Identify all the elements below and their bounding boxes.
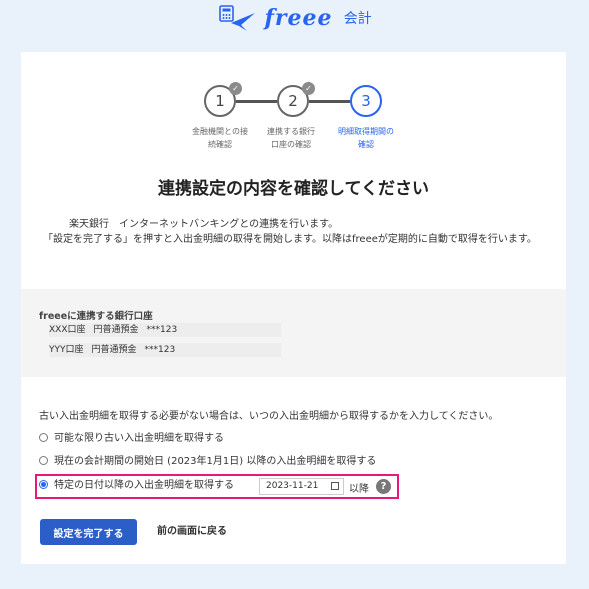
account-name: YYY口座: [49, 345, 84, 355]
step-3-circle: 3: [350, 85, 382, 117]
account-name: XXX口座: [49, 325, 86, 335]
help-icon[interactable]: ?: [376, 479, 391, 494]
back-link[interactable]: 前の画面に戻る: [157, 519, 227, 545]
freee-logo: freee 会計: [0, 3, 589, 39]
bank-accounts-panel: freeeに連携する銀行口座 XXX口座 円普通預金 ***123 YYY口座 円普通…: [21, 289, 566, 377]
settings-card: 1 ✓ 2 ✓ 3 金融機関との接続確認 連携する銀行口座の確認 明細取得期間の…: [21, 52, 566, 564]
step-3-label: 明細取得期間の確認: [338, 127, 394, 149]
account-number: ***123: [144, 345, 176, 355]
check-icon: ✓: [302, 82, 315, 95]
account-number: ***123: [146, 325, 178, 335]
after-label: 以降: [349, 484, 369, 495]
option-oldest[interactable]: 可能な限り古い入出金明細を取得する: [39, 431, 224, 447]
page-title: 連携設定の内容を確認してください: [158, 179, 429, 199]
radio-specific-date[interactable]: [39, 480, 48, 489]
radio-fiscal-start[interactable]: [39, 456, 48, 465]
account-row: YYY口座 円普通預金 ***123: [49, 343, 281, 357]
option-specific-date-label: 特定の日付以降の入出金明細を取得する: [54, 480, 234, 491]
option-specific-date[interactable]: 特定の日付以降の入出金明細を取得する: [39, 478, 234, 494]
calendar-icon[interactable]: [331, 482, 339, 490]
date-value: 2023-11-21: [266, 481, 319, 491]
step-1-label: 金融機関との接続確認: [192, 127, 248, 149]
stepper-connector-2: [309, 100, 350, 103]
date-input[interactable]: 2023-11-21: [259, 478, 344, 495]
description-line-1: 楽天銀行 インターネットバンキングとの連携を行います。: [69, 219, 339, 230]
account-row: XXX口座 円普通預金 ***123: [49, 323, 281, 337]
option-fiscal-start[interactable]: 現在の会計期間の開始日 (2023年1月1日) 以降の入出金明細を取得する: [39, 454, 376, 470]
radio-oldest[interactable]: [39, 433, 48, 442]
logo-subtitle: 会計: [343, 11, 372, 27]
calculator-plane-icon: [219, 5, 256, 31]
option-oldest-label: 可能な限り古い入出金明細を取得する: [54, 433, 224, 444]
description-line-2: 「設定を完了する」を押すと入出金明細の取得を開始します。以降はfreeeが定期的…: [43, 234, 537, 245]
step-2-label: 連携する銀行口座の確認: [267, 127, 315, 149]
fetch-question: 古い入出金明細を取得する必要がない場合は、いつの入出金明細から取得するかを入力し…: [39, 411, 499, 422]
complete-settings-button[interactable]: 設定を完了する: [40, 519, 137, 545]
account-type: 円普通預金: [91, 345, 137, 355]
stepper-connector-1: [236, 100, 277, 103]
check-icon: ✓: [229, 82, 242, 95]
bank-accounts-heading: freeeに連携する銀行口座: [39, 311, 153, 322]
account-type: 円普通預金: [93, 325, 139, 335]
option-fiscal-start-label: 現在の会計期間の開始日 (2023年1月1日) 以降の入出金明細を取得する: [54, 456, 377, 467]
description: 楽天銀行 インターネットバンキングとの連携を行います。 「設定を完了する」を押す…: [43, 217, 548, 247]
logo-wordmark: freee: [264, 5, 333, 31]
